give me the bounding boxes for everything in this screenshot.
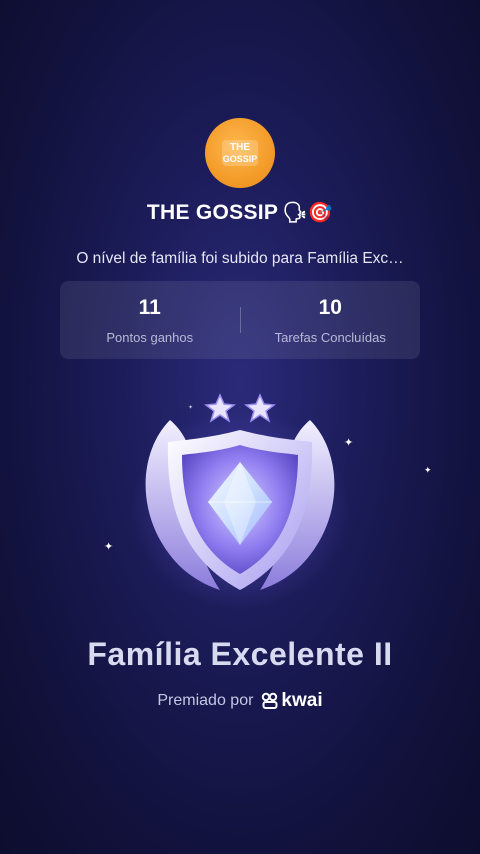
stat-tasks: 10 Tarefas Concluídas — [241, 296, 421, 345]
stat-points: 11 Pontos ganhos — [60, 296, 240, 345]
family-avatar[interactable]: THE GOSSIP — [205, 118, 275, 188]
awarded-by-label: Premiado por — [157, 692, 254, 709]
awarded-by: Premiado por kwai — [0, 690, 480, 712]
family-name: THE GOSSIP 🗣🎯 — [0, 200, 480, 225]
stat-tasks-value: 10 — [318, 295, 342, 319]
kwai-logo-icon — [262, 692, 278, 709]
kwai-logo-text: kwai — [281, 690, 323, 711]
sparkle-icon: ✦ — [424, 466, 432, 476]
family-emoji-icon: 🗣🎯 — [282, 200, 334, 224]
gossip-logo-icon: THE GOSSIP — [222, 140, 258, 166]
family-level-title: Família Excelente II — [87, 636, 393, 672]
kwai-logo: kwai — [261, 690, 323, 712]
family-name-text: THE GOSSIP — [146, 201, 279, 224]
level-up-message: O nível de família foi subido para Famíl… — [76, 250, 404, 267]
family-level-shield-icon — [130, 393, 350, 610]
stats-panel: 11 Pontos ganhos 10 Tarefas Concluídas — [60, 281, 420, 359]
avatar-line1: THE — [230, 142, 250, 153]
stat-tasks-label: Tarefas Concluídas — [274, 329, 386, 345]
stat-points-label: Pontos ganhos — [106, 329, 194, 345]
sparkle-icon: ✦ — [104, 540, 114, 553]
stat-points-value: 11 — [138, 295, 161, 319]
avatar-line2: GOSSIP — [223, 154, 258, 164]
